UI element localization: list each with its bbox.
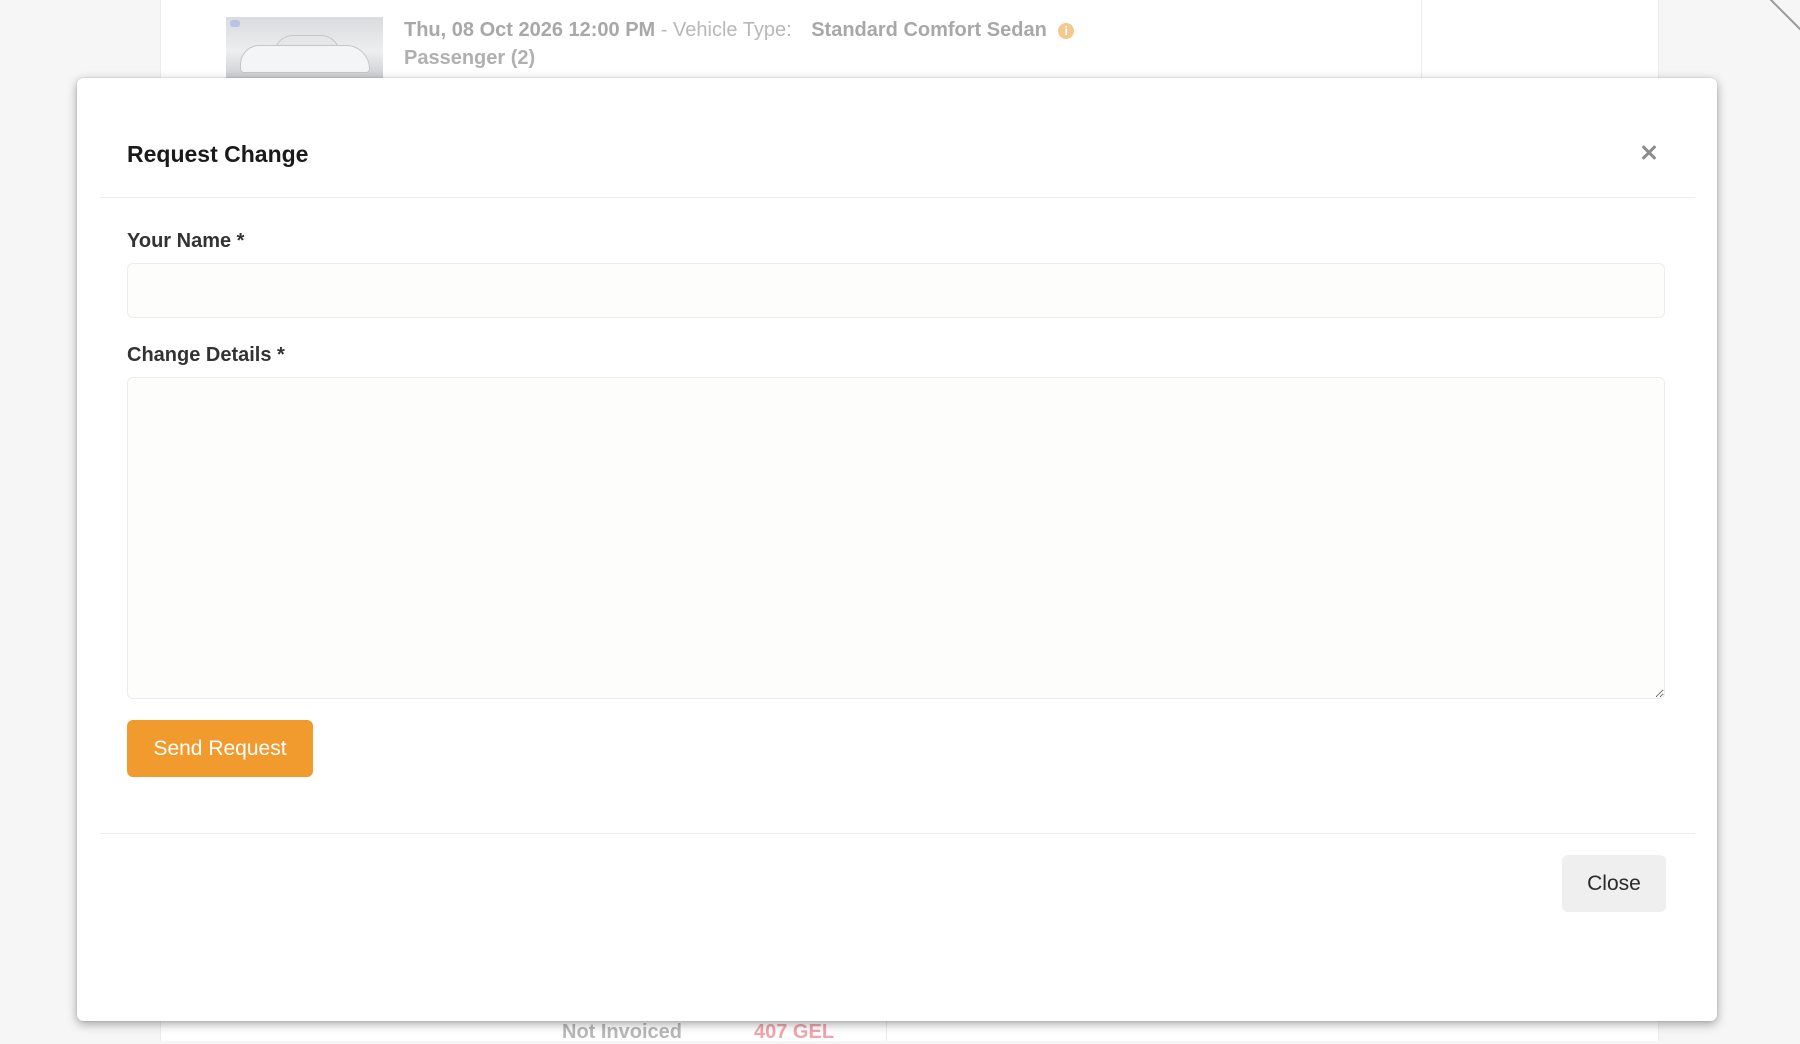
corner-decoration (1750, 0, 1800, 31)
info-icon[interactable]: i (1058, 23, 1075, 39)
background-side-panel (1421, 0, 1658, 81)
close-button[interactable]: Close (1562, 855, 1666, 912)
vehicle-image (226, 17, 383, 80)
modal-title: Request Change (127, 141, 309, 167)
change-details-label: Change Details * (127, 344, 285, 366)
close-icon[interactable] (1632, 135, 1666, 169)
footer-divider (100, 833, 1695, 834)
send-request-button[interactable]: Send Request (127, 720, 313, 777)
booking-datetime: Thu, 08 Oct 2026 12:00 PM (404, 19, 656, 41)
booking-summary-line: Thu, 08 Oct 2026 12:00 PM - Vehicle Type… (404, 19, 1075, 42)
your-name-input[interactable] (127, 263, 1665, 318)
change-details-textarea[interactable] (127, 377, 1665, 699)
booking-separator: - (660, 19, 668, 41)
header-divider (100, 197, 1695, 198)
image-badge (230, 20, 240, 27)
request-change-modal: Request Change Your Name * Change Detail… (77, 78, 1717, 1021)
your-name-label: Your Name * (127, 230, 245, 252)
booking-passengers: Passenger (2) (404, 47, 536, 69)
vehicle-type-label: Vehicle Type: (673, 19, 792, 41)
vehicle-type-value: Standard Comfort Sedan (811, 19, 1047, 41)
